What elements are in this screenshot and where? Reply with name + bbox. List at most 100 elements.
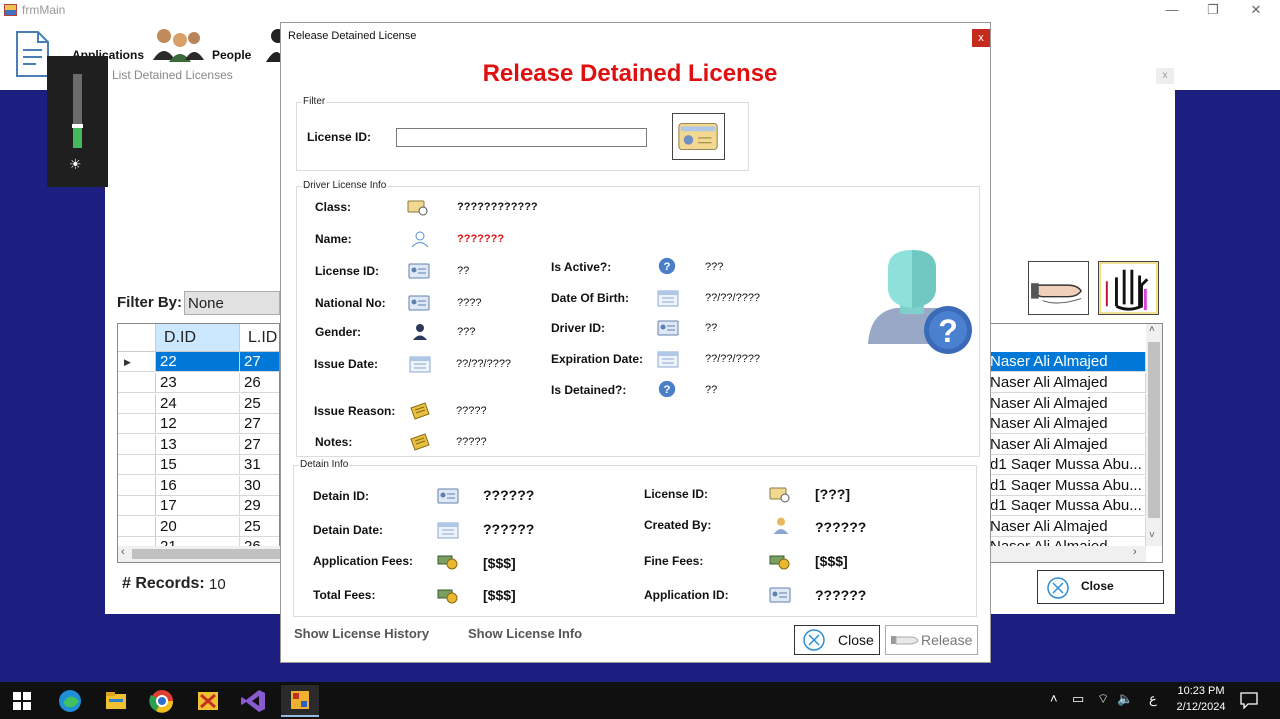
grid-cell-lid[interactable]: 30: [240, 476, 279, 496]
restore-button[interactable]: ❐: [1201, 0, 1225, 20]
grid-cell-lid[interactable]: 26: [240, 373, 279, 393]
running-app-taskbar-item[interactable]: [281, 685, 319, 717]
row-header[interactable]: [118, 517, 156, 537]
edge-icon[interactable]: [53, 685, 87, 717]
file-explorer-icon[interactable]: [99, 685, 133, 717]
scroll-thumb[interactable]: [132, 549, 280, 559]
release-button[interactable]: Release: [885, 625, 978, 655]
detained-licenses-grid[interactable]: D.ID L.ID ▶ 22 27 23 26 24 25 12 27 13 2…: [117, 323, 280, 563]
filter-by-dropdown[interactable]: None: [184, 291, 280, 315]
detained-licenses-grid-names[interactable]: Naser Ali Almajed Naser Ali Almajed Nase…: [990, 323, 1163, 563]
id-card-icon: [408, 263, 430, 279]
people-icon[interactable]: [150, 26, 206, 62]
grid-cell-did[interactable]: 22: [156, 352, 240, 372]
grid-cell-name[interactable]: d1 Saqer Mussa Abu...: [990, 476, 1146, 496]
grid-cell-did[interactable]: 24: [156, 394, 240, 414]
license-id-input[interactable]: [396, 128, 647, 147]
row-header[interactable]: [118, 435, 156, 455]
find-license-button[interactable]: [672, 113, 725, 160]
input-language-indicator[interactable]: ع: [1149, 691, 1157, 707]
column-header-lid[interactable]: L.ID: [240, 324, 279, 352]
scroll-up-icon[interactable]: ˄: [1149, 324, 1155, 335]
total-fees-label: Total Fees:: [313, 588, 376, 602]
grid-cell-lid[interactable]: 27: [240, 352, 279, 372]
row-header-current[interactable]: ▶: [118, 352, 156, 372]
menu-people[interactable]: People: [212, 48, 251, 62]
taskbar-clock-time[interactable]: 10:23 PM: [1166, 685, 1236, 697]
class-label: Class:: [315, 200, 352, 214]
dialog-close-button[interactable]: x: [972, 29, 990, 47]
grid-cell-name[interactable]: Naser Ali Almajed: [990, 373, 1146, 393]
grid-right-horizontal-scrollbar[interactable]: ›: [990, 546, 1146, 562]
list-window-close-button[interactable]: x: [1156, 68, 1174, 84]
scroll-thumb[interactable]: [1148, 342, 1160, 518]
grid-cell-name[interactable]: Naser Ali Almajed: [990, 435, 1146, 455]
grid-cell-lid[interactable]: 25: [240, 394, 279, 414]
chrome-icon[interactable]: [145, 685, 179, 717]
row-header[interactable]: [118, 414, 156, 434]
grid-cell-did[interactable]: 15: [156, 455, 240, 475]
column-header-did[interactable]: D.ID: [156, 324, 240, 352]
minimize-button[interactable]: —: [1160, 0, 1184, 20]
grid-cell-did[interactable]: 23: [156, 373, 240, 393]
row-header[interactable]: [118, 394, 156, 414]
grid-cell-name[interactable]: d1 Saqer Mussa Abu...: [990, 496, 1146, 516]
row-header[interactable]: [118, 496, 156, 516]
grid-cell-lid[interactable]: 29: [240, 496, 279, 516]
grid-cell-name[interactable]: Naser Ali Almajed: [990, 352, 1146, 372]
detain-hand-icon[interactable]: [1098, 261, 1159, 315]
grid-cell-name[interactable]: Naser Ali Almajed: [990, 414, 1146, 434]
app-icon: [4, 4, 17, 16]
brightness-icon: ☀: [69, 156, 82, 172]
is-active-label: Is Active?:: [551, 260, 612, 274]
grid-cell-lid[interactable]: 27: [240, 414, 279, 434]
brightness-slider-thumb[interactable]: [72, 124, 83, 128]
show-license-info-link[interactable]: Show License Info: [468, 626, 582, 641]
detain-info-legend: Detain Info: [299, 459, 350, 470]
grid-cell-did[interactable]: 16: [156, 476, 240, 496]
list-window-title: List Detained Licenses: [112, 68, 233, 82]
grid-cell-did[interactable]: 13: [156, 435, 240, 455]
grid-cell-name[interactable]: Naser Ali Almajed: [990, 517, 1146, 537]
visual-studio-icon[interactable]: [237, 685, 271, 717]
license-id-info-label: License ID:: [315, 264, 380, 278]
calendar-icon: [657, 351, 679, 368]
application-id-label: Application ID:: [644, 588, 729, 602]
scroll-down-icon[interactable]: ˅: [1149, 530, 1155, 541]
grid-cell-lid[interactable]: 31: [240, 455, 279, 475]
windows-start-icon[interactable]: [13, 692, 31, 710]
list-close-button[interactable]: Close: [1037, 570, 1164, 604]
application-id-value: ??????: [815, 587, 867, 603]
close-window-button[interactable]: ✕: [1244, 0, 1268, 20]
grid-cell-did[interactable]: 17: [156, 496, 240, 516]
row-header[interactable]: [118, 455, 156, 475]
release-hand-icon[interactable]: [1028, 261, 1089, 315]
show-license-history-link[interactable]: Show License History: [294, 626, 429, 641]
tools-app-icon[interactable]: [191, 685, 225, 717]
row-header[interactable]: [118, 476, 156, 496]
scroll-right-icon[interactable]: ›: [1133, 546, 1137, 558]
network-icon[interactable]: ⌔: [1097, 691, 1109, 707]
license-id-label: License ID:: [307, 130, 372, 144]
gender-label: Gender:: [315, 325, 362, 339]
grid-cell-did[interactable]: 20: [156, 517, 240, 537]
grid-cell-name[interactable]: d1 Saqer Mussa Abu...: [990, 455, 1146, 475]
grid-horizontal-scrollbar[interactable]: ‹: [118, 546, 280, 562]
grid-cell-lid[interactable]: 25: [240, 517, 279, 537]
battery-icon[interactable]: ▭: [1072, 691, 1084, 707]
row-header[interactable]: [118, 373, 156, 393]
national-no-value: ????: [457, 297, 482, 309]
application-fees-label: Application Fees:: [313, 554, 414, 568]
dialog-close-action-button[interactable]: Close: [794, 625, 880, 655]
notifications-icon[interactable]: [1240, 691, 1258, 709]
unknown-person-icon: ?: [868, 250, 972, 354]
scroll-left-icon[interactable]: ‹: [121, 546, 125, 558]
show-hidden-icons-icon[interactable]: ˄: [1050, 691, 1058, 706]
volume-icon[interactable]: 🔈: [1117, 691, 1133, 707]
taskbar-clock-date[interactable]: 2/12/2024: [1166, 701, 1236, 713]
dialog-close-button-label: Close: [838, 632, 874, 648]
grid-cell-did[interactable]: 12: [156, 414, 240, 434]
grid-cell-lid[interactable]: 27: [240, 435, 279, 455]
dialog-title: Release Detained License: [288, 30, 417, 42]
grid-cell-name[interactable]: Naser Ali Almajed: [990, 394, 1146, 414]
